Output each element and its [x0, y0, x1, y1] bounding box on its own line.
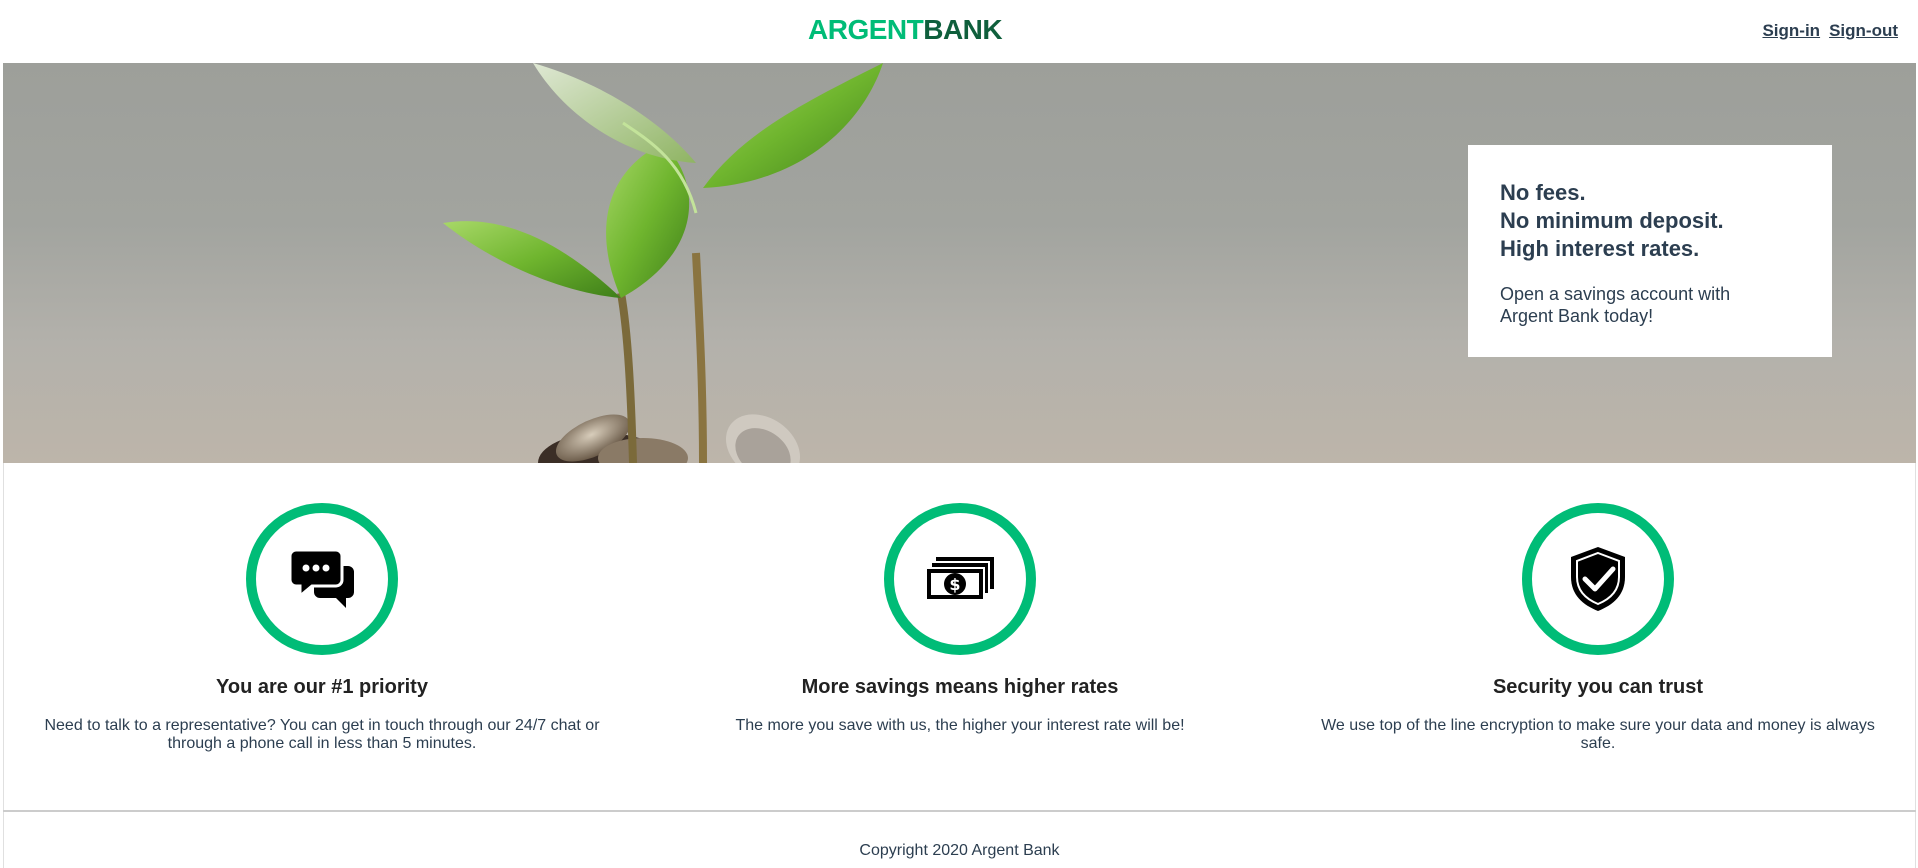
money-icon: $ [926, 557, 994, 601]
feature-icon-circle [246, 503, 398, 655]
features-section: You are our #1 priority Need to talk to … [3, 463, 1916, 811]
feature-item-priority: You are our #1 priority Need to talk to … [3, 503, 641, 753]
feature-text: The more you save with us, the higher yo… [735, 717, 1185, 734]
feature-icon-circle: $ [884, 503, 1036, 655]
promo-subtitle: Open a savings account with Argent Bank … [1500, 284, 1731, 326]
sign-in-link[interactable]: Sign-in [1762, 21, 1820, 40]
feature-title: More savings means higher rates [801, 676, 1119, 698]
promo-line-fees: No fees. [1500, 180, 1586, 205]
nav-links: Sign-in Sign-out [1753, 21, 1898, 41]
promo-line-deposit: No minimum deposit. [1500, 208, 1724, 233]
copyright-text: Copyright 2020 Argent Bank [859, 842, 1060, 859]
footer-divider [3, 810, 1916, 812]
feature-icon-circle [1522, 503, 1674, 655]
logo[interactable]: ARGENTBANK [808, 14, 1003, 46]
hero-banner: No fees. No minimum deposit. High intere… [3, 63, 1916, 463]
logo-part-bank: BANK [923, 14, 1003, 45]
feature-title: You are our #1 priority [216, 676, 428, 698]
feature-text: We use top of the line encryption to mak… [1321, 717, 1875, 752]
feature-item-savings: $ More savings means higher rates The mo… [641, 503, 1279, 735]
logo-part-argent: ARGENT [808, 14, 924, 45]
main-nav: ARGENTBANK Sign-in Sign-out [3, 0, 1916, 63]
shield-check-icon [1571, 547, 1625, 611]
feature-item-security: Security you can trust We use top of the… [1279, 503, 1917, 753]
chat-icon [290, 550, 354, 608]
footer: Copyright 2020 Argent Bank [3, 842, 1916, 860]
promo-card: No fees. No minimum deposit. High intere… [1468, 145, 1832, 357]
feature-text: Need to talk to a representative? You ca… [44, 717, 600, 752]
feature-title: Security you can trust [1492, 676, 1704, 698]
sign-out-link[interactable]: Sign-out [1829, 21, 1898, 40]
promo-line-rates: High interest rates. [1500, 236, 1700, 261]
svg-text:$: $ [949, 575, 960, 594]
